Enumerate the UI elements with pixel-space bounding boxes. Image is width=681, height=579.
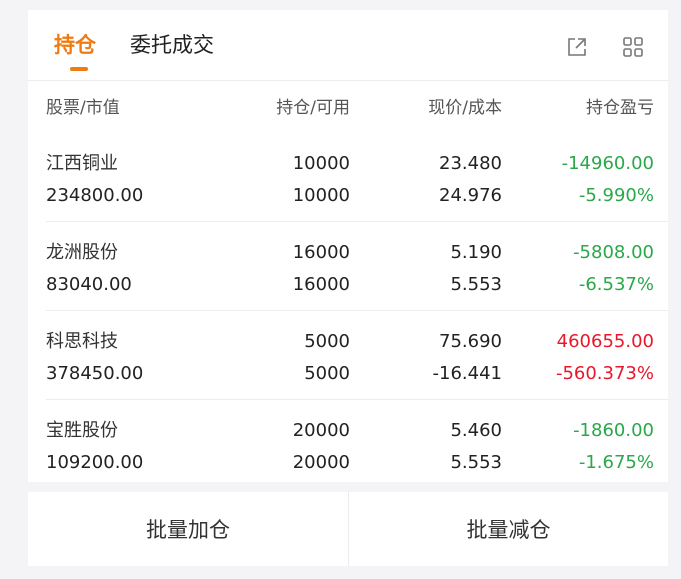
market-value: 234800.00 (46, 185, 144, 206)
position-pl-pct: -1.675% (578, 452, 654, 473)
position-row[interactable]: 江西铜业 234800.00 10000 10000 23.480 24.976… (28, 133, 668, 222)
current-price: 75.690 (439, 331, 502, 352)
position-pl: -1860.00 (573, 420, 654, 441)
header-stock-market-value: 股票/市值 (46, 98, 120, 118)
cost-price: 5.553 (450, 452, 502, 473)
grid-icon[interactable] (622, 36, 644, 58)
position-row[interactable]: 宝胜股份 109200.00 20000 20000 5.460 5.553 -… (28, 400, 668, 489)
stock-name: 江西铜业 (46, 153, 118, 174)
current-price: 5.190 (450, 242, 502, 263)
stock-name: 宝胜股份 (46, 420, 118, 441)
active-tab-indicator (70, 67, 88, 71)
holding-qty: 16000 (292, 242, 350, 263)
position-pl-pct: -560.373% (555, 363, 654, 384)
position-pl: -5808.00 (573, 242, 654, 263)
position-pl: -14960.00 (561, 153, 654, 174)
position-pl-pct: -5.990% (578, 185, 654, 206)
market-value: 83040.00 (46, 274, 132, 295)
current-price: 5.460 (450, 420, 502, 441)
stock-name: 科思科技 (46, 331, 118, 352)
position-pl-pct: -6.537% (578, 274, 654, 295)
external-link-icon[interactable] (566, 36, 588, 58)
stock-name: 龙洲股份 (46, 242, 118, 263)
batch-actions-bar: 批量加仓 批量减仓 (28, 492, 668, 566)
tab-positions[interactable]: 持仓 (54, 32, 96, 58)
market-value: 109200.00 (46, 452, 144, 473)
header-position-pl: 持仓盈亏 (586, 98, 654, 118)
market-value: 378450.00 (46, 363, 144, 384)
holding-qty: 20000 (292, 420, 350, 441)
batch-add-button[interactable]: 批量加仓 (28, 492, 348, 566)
cost-price: -16.441 (432, 363, 502, 384)
positions-card: 持仓 委托成交 股票/市值 持仓/可用 现价/成本 持仓盈亏 江西铜业 2348… (28, 10, 668, 482)
cost-price: 24.976 (439, 185, 502, 206)
position-pl: 460655.00 (556, 331, 654, 352)
top-strip (0, 0, 681, 10)
available-qty: 10000 (292, 185, 350, 206)
current-price: 23.480 (439, 153, 502, 174)
tab-orders-trades[interactable]: 委托成交 (130, 32, 214, 58)
header-price-cost: 现价/成本 (428, 98, 502, 118)
section-gap (28, 482, 668, 492)
position-row[interactable]: 龙洲股份 83040.00 16000 16000 5.190 5.553 -5… (28, 222, 668, 311)
cost-price: 5.553 (450, 274, 502, 295)
available-qty: 20000 (292, 452, 350, 473)
batch-reduce-button[interactable]: 批量减仓 (349, 492, 668, 566)
available-qty: 5000 (304, 363, 350, 384)
position-row[interactable]: 科思科技 378450.00 5000 5000 75.690 -16.441 … (28, 311, 668, 400)
available-qty: 16000 (292, 274, 350, 295)
positions-table-header: 股票/市值 持仓/可用 现价/成本 持仓盈亏 (28, 81, 668, 133)
holding-qty: 10000 (292, 153, 350, 174)
header-holding-available: 持仓/可用 (276, 98, 350, 118)
positions-screen: 持仓 委托成交 股票/市值 持仓/可用 现价/成本 持仓盈亏 江西铜业 2348… (0, 0, 681, 579)
tab-bar: 持仓 委托成交 (28, 10, 668, 80)
holding-qty: 5000 (304, 331, 350, 352)
